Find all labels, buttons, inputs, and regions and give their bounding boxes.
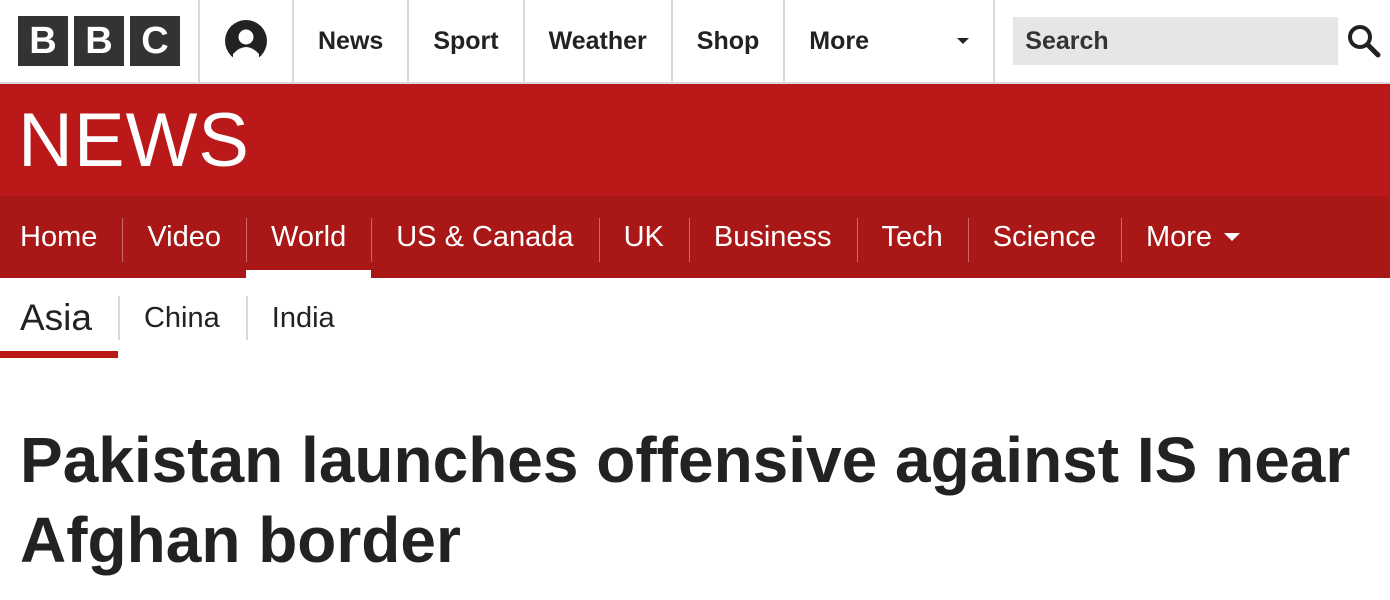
section-nav-home[interactable]: Home <box>0 196 122 278</box>
sub-nav-china[interactable]: China <box>117 278 246 358</box>
section-nav-more-button[interactable]: More <box>1120 196 1265 278</box>
topnav-news[interactable]: News <box>294 0 410 82</box>
sub-nav: Asia China India <box>0 278 1390 358</box>
section-nav-more-label: More <box>1145 220 1213 253</box>
account-icon <box>225 20 267 62</box>
section-nav-world[interactable]: World <box>246 196 372 278</box>
topnav-more-label: More <box>809 26 870 55</box>
article-headline: Pakistan launches offensive against IS n… <box>20 424 1351 576</box>
global-header: B B C News Sport Weather Shop More Searc… <box>0 0 1390 84</box>
topnav-shop[interactable]: Shop <box>673 0 786 82</box>
section-nav-tech[interactable]: Tech <box>856 196 968 278</box>
topnav-sport[interactable]: Sport <box>409 0 525 82</box>
bbc-logo-letter: B <box>18 16 68 66</box>
topnav-weather[interactable]: Weather <box>525 0 673 82</box>
section-nav-science[interactable]: Science <box>967 196 1121 278</box>
bbc-logo-letter: C <box>130 16 180 66</box>
section-nav-uk[interactable]: UK <box>598 196 689 278</box>
section-nav-business[interactable]: Business <box>688 196 857 278</box>
account-button[interactable] <box>200 0 294 82</box>
search-icon[interactable] <box>1338 24 1390 58</box>
section-nav-us-canada[interactable]: US & Canada <box>371 196 598 278</box>
search-area: Search <box>995 0 1390 82</box>
chevron-down-icon <box>1224 233 1241 241</box>
chevron-down-icon <box>957 38 970 44</box>
bbc-logo-letter: B <box>74 16 124 66</box>
sub-nav-asia[interactable]: Asia <box>0 278 118 358</box>
news-logo[interactable]: NEWS <box>18 97 250 184</box>
topnav-more-button[interactable]: More <box>785 0 996 82</box>
news-masthead: NEWS <box>0 84 1390 196</box>
section-nav: Home Video World US & Canada UK Business… <box>0 196 1390 278</box>
section-nav-video[interactable]: Video <box>122 196 246 278</box>
search-input[interactable]: Search <box>1013 17 1338 65</box>
bbc-logo[interactable]: B B C <box>0 0 200 82</box>
sub-nav-india[interactable]: India <box>245 278 361 358</box>
